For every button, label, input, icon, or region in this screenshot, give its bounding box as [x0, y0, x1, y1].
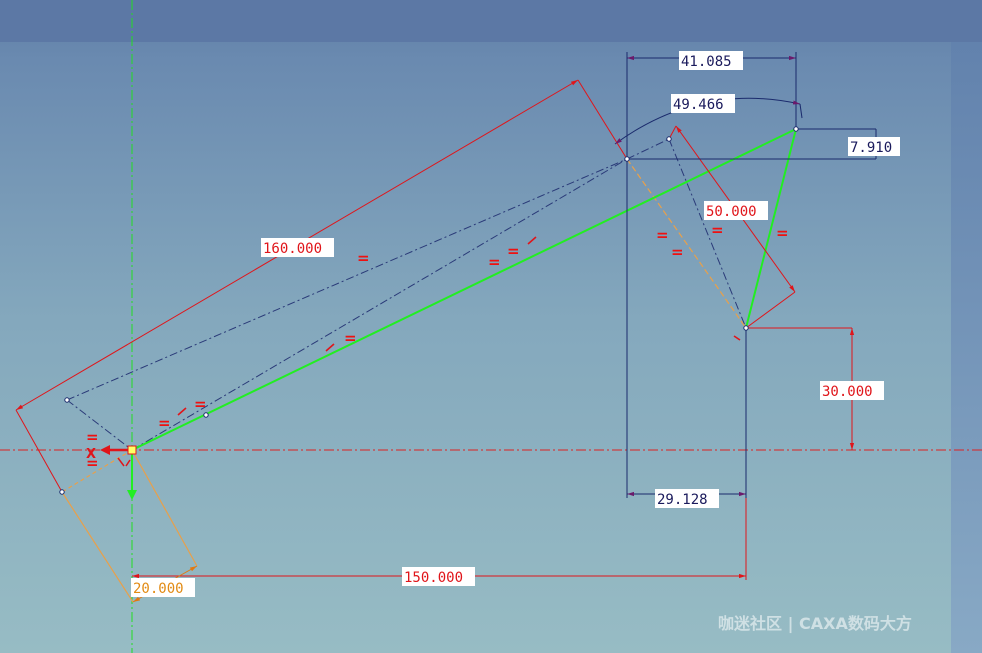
- equal-constraint[interactable]: =: [656, 226, 669, 244]
- dimension-7-910[interactable]: 7.910: [850, 140, 892, 156]
- equal-constraint[interactable]: =: [86, 454, 99, 472]
- constraint-ticks: [177, 236, 741, 416]
- point: [743, 325, 749, 331]
- sketch-geometry[interactable]: [131, 128, 797, 451]
- orange-construction-lines[interactable]: [61, 158, 747, 603]
- equal-constraint[interactable]: =: [158, 414, 171, 432]
- equal-constraint[interactable]: =: [344, 329, 357, 347]
- equal-constraint[interactable]: =: [488, 253, 501, 271]
- sketch-canvas[interactable]: X = = = = = = = = = = = = 41.085 49.466 …: [0, 0, 982, 653]
- equal-constraint[interactable]: =: [671, 243, 684, 261]
- long-green-line: [131, 128, 797, 451]
- dimension-41-085[interactable]: 41.085: [681, 54, 732, 70]
- equal-constraint[interactable]: =: [507, 242, 520, 260]
- point: [624, 156, 630, 162]
- cad-viewport[interactable]: X = = = = = = = = = = = = 41.085 49.466 …: [0, 0, 982, 653]
- dimension-50-000[interactable]: 50.000: [706, 204, 757, 220]
- dimension-150-000[interactable]: 150.000: [404, 570, 463, 586]
- dimension-49-466[interactable]: 49.466: [673, 97, 724, 113]
- construction-lines[interactable]: [66, 138, 747, 451]
- dimension-160-000[interactable]: 160.000: [263, 241, 322, 257]
- watermark: 咖迷社区 | CAXA数码大方: [718, 614, 912, 633]
- equal-constraint[interactable]: =: [357, 249, 370, 267]
- navy-dimension-geometry[interactable]: [614, 52, 877, 498]
- point: [64, 397, 70, 403]
- equal-constraint[interactable]: =: [86, 428, 99, 446]
- point: [59, 489, 65, 495]
- equal-constraint[interactable]: =: [194, 395, 207, 413]
- dimension-29-128[interactable]: 29.128: [657, 492, 708, 508]
- point: [203, 412, 209, 418]
- dimension-30-000[interactable]: 30.000: [822, 384, 873, 400]
- dimension-20-000[interactable]: 20.000: [133, 581, 184, 597]
- point: [793, 126, 799, 132]
- point: [666, 136, 672, 142]
- dim-160-geometry[interactable]: [15, 79, 628, 493]
- equal-constraint[interactable]: =: [776, 224, 789, 242]
- dimension-labels[interactable]: 41.085 49.466 7.910 160.000 50.000 30.00…: [131, 51, 900, 597]
- equal-constraint[interactable]: =: [711, 221, 724, 239]
